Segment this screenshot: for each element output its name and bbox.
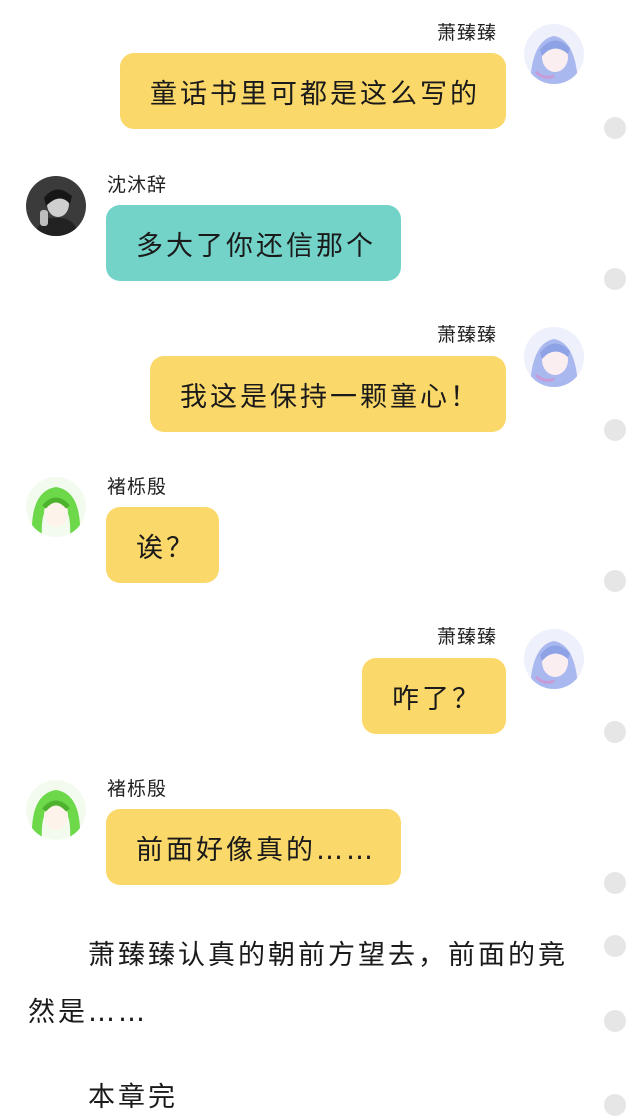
message-bubble: 咋了？ xyxy=(362,658,506,734)
avatar-chu-liyin[interactable] xyxy=(26,780,86,840)
sender-name: 沈沐辞 xyxy=(107,174,168,196)
avatar-xiao-zhenzhen[interactable] xyxy=(524,629,584,689)
select-radio[interactable] xyxy=(604,117,626,139)
select-radio[interactable] xyxy=(604,570,626,592)
avatar-xiao-zhenzhen[interactable] xyxy=(524,327,584,387)
sender-name: 褚栎殷 xyxy=(107,778,168,800)
green-hair-avatar-icon xyxy=(26,477,86,537)
anime-girl-avatar-icon xyxy=(524,24,584,84)
anime-girl-avatar-icon xyxy=(524,629,584,689)
select-radio[interactable] xyxy=(604,419,626,441)
avatar-chu-liyin[interactable] xyxy=(26,477,86,537)
select-radio[interactable] xyxy=(604,935,626,957)
sender-name: 萧臻臻 xyxy=(437,626,498,648)
green-hair-avatar-icon xyxy=(26,780,86,840)
select-radio[interactable] xyxy=(604,1010,626,1032)
dark-portrait-avatar-icon xyxy=(26,176,86,236)
avatar-xiao-zhenzhen[interactable] xyxy=(524,24,584,84)
message-bubble: 多大了你还信那个 xyxy=(106,205,401,281)
narration-text: 然是…… xyxy=(28,997,148,1028)
message-bubble: 诶？ xyxy=(106,507,219,583)
narration-text: 萧臻臻认真的朝前方望去，前面的竟 xyxy=(88,940,568,971)
select-radio[interactable] xyxy=(604,1094,626,1116)
select-radio[interactable] xyxy=(604,721,626,743)
sender-name: 萧臻臻 xyxy=(437,22,498,44)
chapter-end-label: 本章完 xyxy=(88,1082,178,1113)
sender-name: 萧臻臻 xyxy=(437,324,498,346)
avatar-shen-muci[interactable] xyxy=(26,176,86,236)
sender-name: 褚栎殷 xyxy=(107,476,168,498)
message-bubble: 童话书里可都是这么写的 xyxy=(120,53,506,129)
select-radio[interactable] xyxy=(604,268,626,290)
select-radio[interactable] xyxy=(604,872,626,894)
message-bubble: 我这是保持一颗童心！ xyxy=(150,356,506,432)
message-bubble: 前面好像真的…… xyxy=(106,809,401,885)
anime-girl-avatar-icon xyxy=(524,327,584,387)
